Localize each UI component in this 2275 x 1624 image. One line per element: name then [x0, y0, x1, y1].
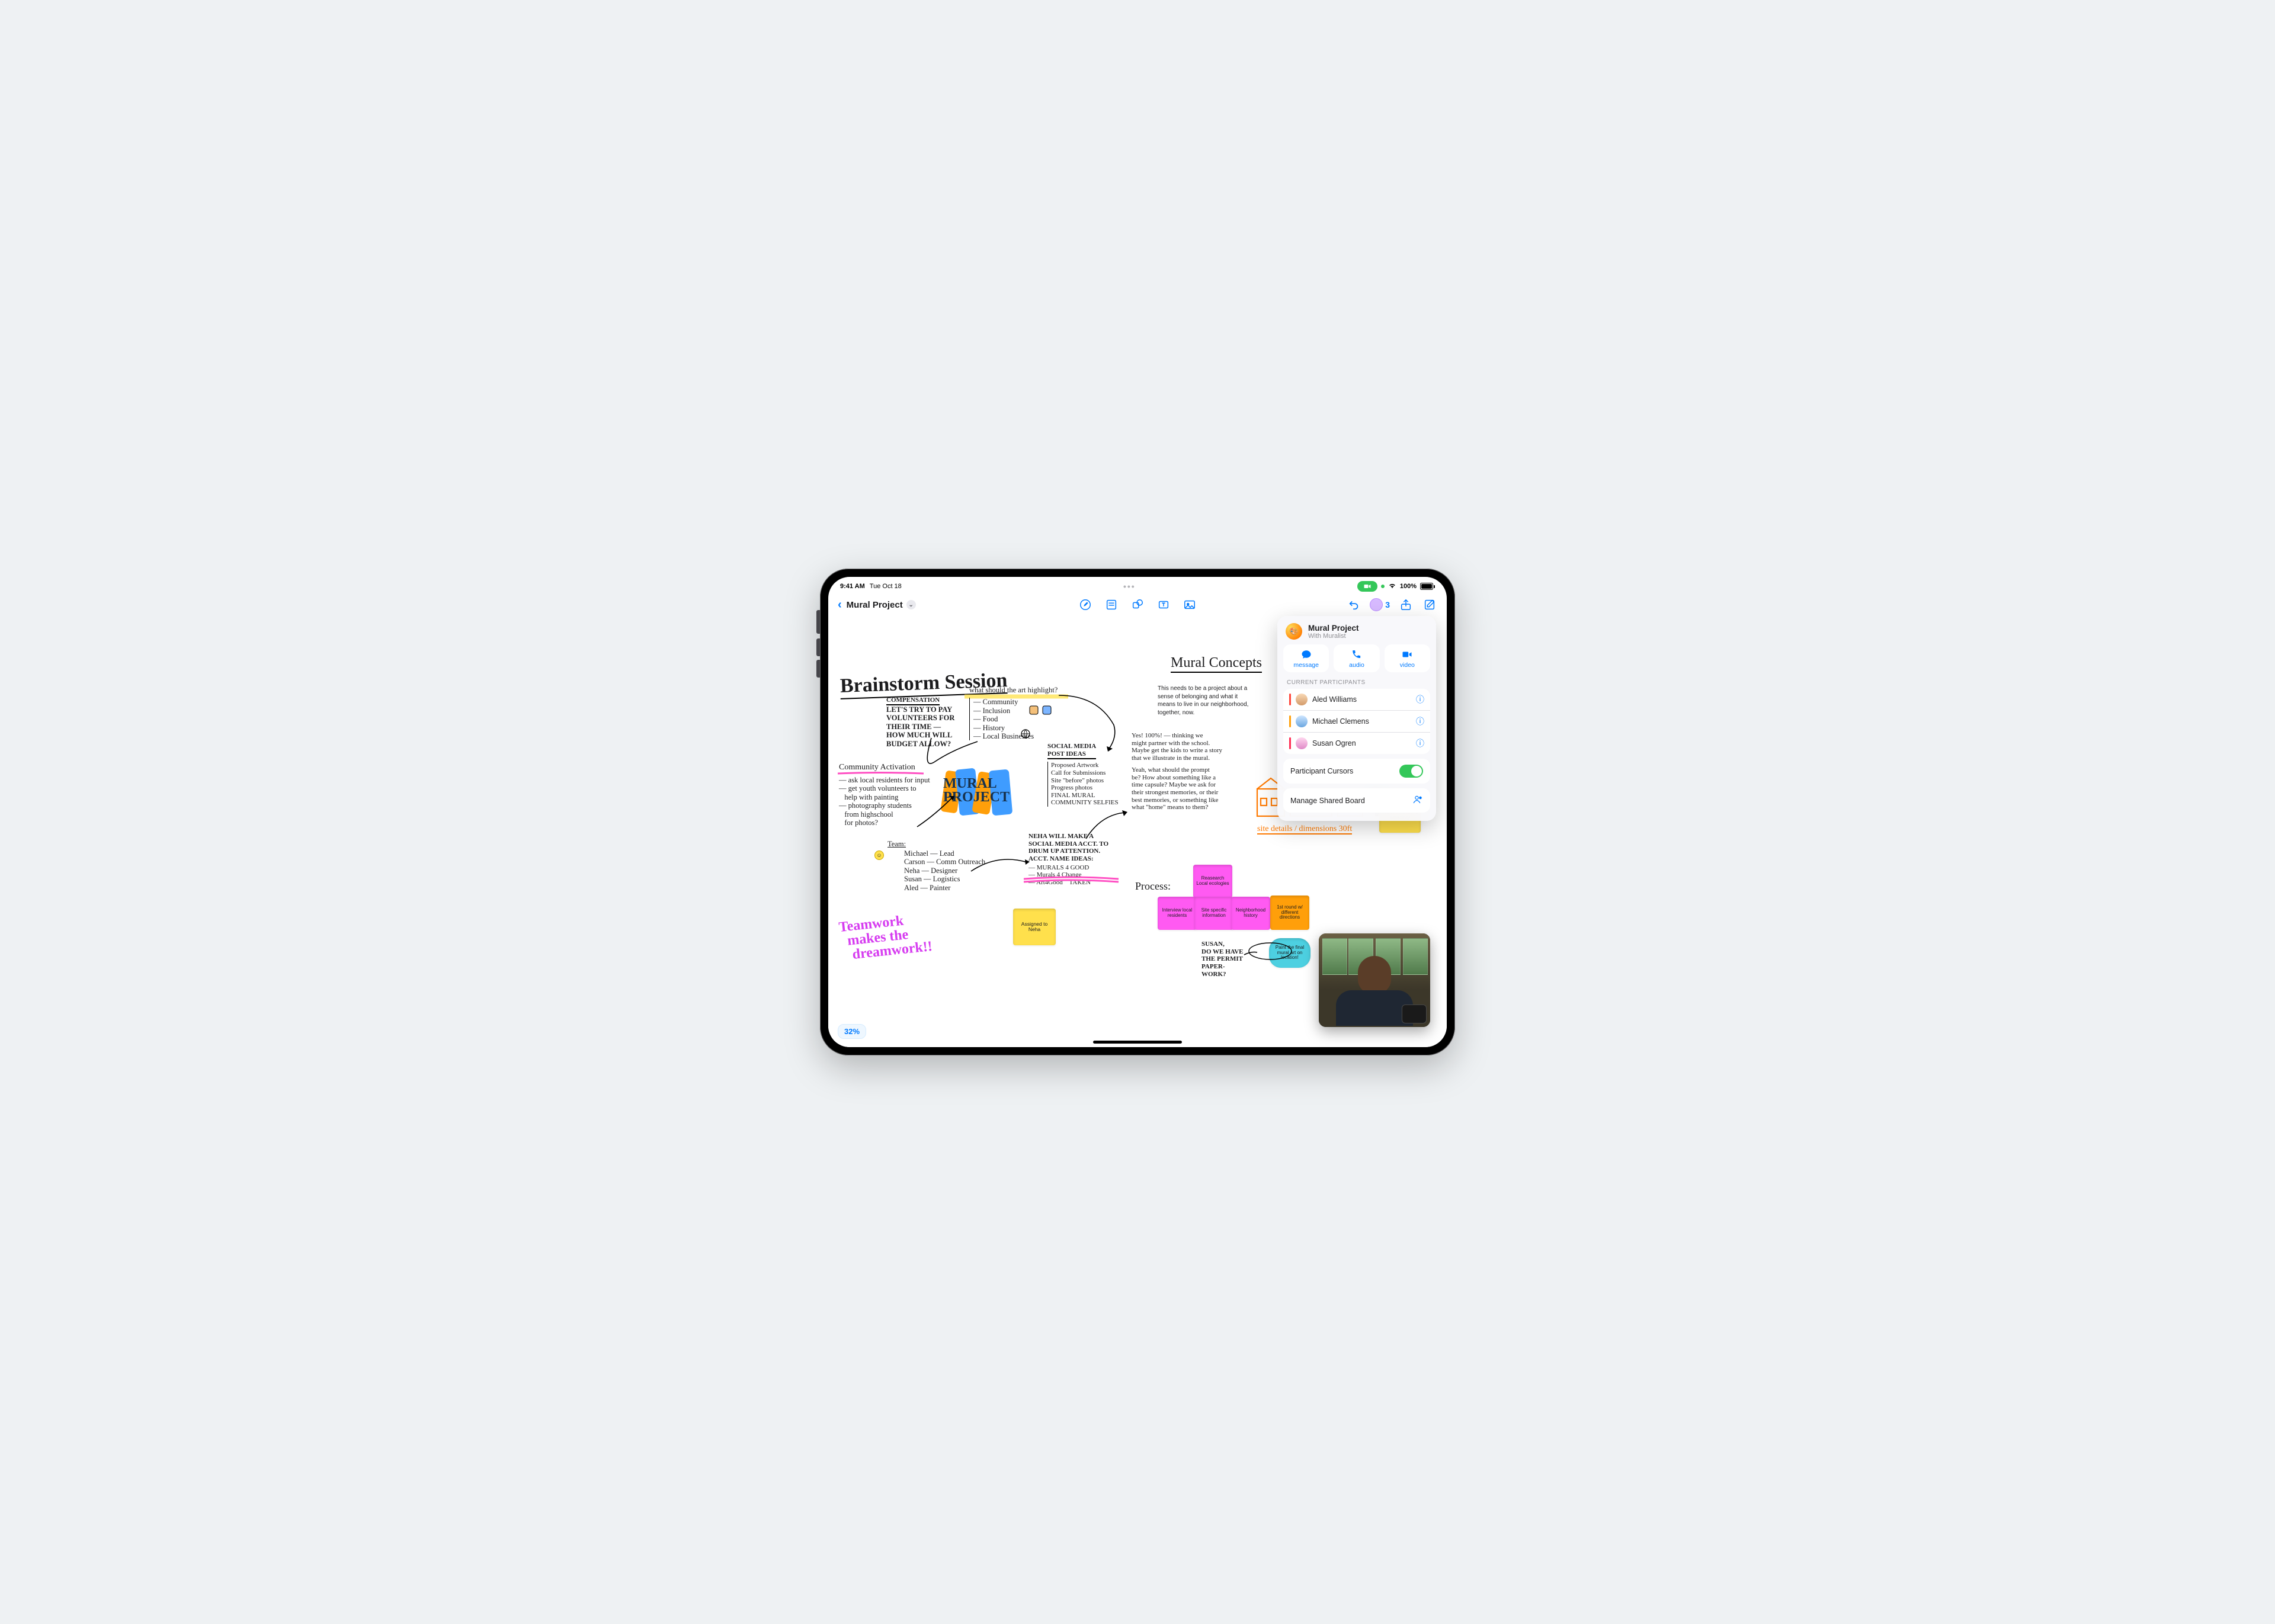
concepts-handwriting-2: Yeah, what should the prompt be? How abo…: [1132, 766, 1256, 811]
sticky-process-6[interactable]: Paint the final mural art on location!: [1269, 938, 1310, 968]
team-title: Team:: [887, 840, 906, 848]
participant-name: Michael Clemens: [1312, 717, 1411, 726]
concepts-typed-note: This needs to be a project about a sense…: [1158, 685, 1281, 717]
sticky-process-3[interactable]: Site specific information: [1194, 897, 1233, 930]
share-popover: 🎨 Mural Project With Muralist message: [1277, 616, 1436, 821]
back-button[interactable]: ‹: [838, 598, 842, 612]
facetime-active-pill[interactable]: [1357, 581, 1377, 592]
compensation-title: COMPENSATION: [886, 697, 940, 705]
share-audio-button[interactable]: audio: [1334, 644, 1379, 672]
facetime-self-view[interactable]: [1402, 1004, 1427, 1023]
textbox-tool-button[interactable]: [1156, 597, 1171, 612]
teamwork-slogan: Teamwork makes the dreamwork!!: [838, 911, 933, 963]
ipad-screen: 9:41 AM Tue Oct 18 ••• 100%: [828, 577, 1447, 1047]
site-caption: site details / dimensions 30ft: [1257, 824, 1352, 834]
participant-avatar-icon: [1296, 715, 1308, 727]
participant-avatar-icon: [1296, 694, 1308, 705]
susan-permit-question: SUSAN, DO WE HAVE THE PERMIT PAPER- WORK…: [1201, 941, 1255, 978]
info-icon[interactable]: ⓘ: [1416, 694, 1424, 705]
concepts-handwriting-1: Yes! 100%! — thinking we might partner w…: [1132, 732, 1250, 762]
board-avatar-icon: 🎨: [1286, 623, 1302, 640]
image-tool-button[interactable]: [1182, 597, 1197, 612]
highlight-question: what should the art highlight?: [969, 686, 1058, 694]
camera-in-use-dot-icon: [1381, 585, 1385, 588]
participant-name: Aled Williams: [1312, 695, 1411, 704]
home-indicator[interactable]: [1093, 1041, 1182, 1044]
info-icon[interactable]: ⓘ: [1416, 737, 1424, 749]
manage-shared-board-row[interactable]: Manage Shared Board: [1283, 788, 1430, 813]
toggle-switch[interactable]: [1399, 765, 1423, 778]
participant-cursor-color: [1289, 694, 1291, 705]
share-title: Mural Project: [1308, 624, 1359, 633]
document-title[interactable]: Mural Project ⌄: [847, 600, 916, 610]
sticky-assigned-to-neha[interactable]: Assigned to Neha: [1013, 909, 1056, 945]
participants-list: Aled Williams ⓘ Michael Clemens ⓘ: [1283, 689, 1430, 754]
wifi-icon: [1388, 583, 1396, 590]
person-badge-icon: [1412, 794, 1423, 807]
sticky-process-1[interactable]: Reasearch Local ecologies: [1193, 865, 1232, 898]
participant-cursor-color: [1289, 737, 1291, 749]
participant-row[interactable]: Susan Ogren ⓘ: [1283, 733, 1430, 754]
participant-name: Susan Ogren: [1312, 739, 1411, 747]
participant-avatar-icon: [1296, 737, 1308, 749]
collaborator-avatar-icon: [1370, 598, 1383, 611]
sticky-note-tool-button[interactable]: [1104, 597, 1119, 612]
participant-row[interactable]: Aled Williams ⓘ: [1283, 689, 1430, 711]
share-audio-label: audio: [1349, 662, 1364, 669]
battery-icon: [1420, 583, 1435, 590]
document-title-text: Mural Project: [847, 600, 903, 610]
status-time: 9:41 AM: [840, 583, 865, 590]
participant-cursor-color: [1289, 715, 1291, 727]
process-label: Process:: [1135, 880, 1171, 893]
ipad-hardware-frame: 9:41 AM Tue Oct 18 ••• 100%: [820, 569, 1455, 1055]
share-message-label: message: [1293, 662, 1319, 669]
collaborator-count: 3: [1385, 600, 1390, 609]
pen-tool-button[interactable]: [1078, 597, 1093, 612]
participants-section-label: CURRENT PARTICIPANTS: [1283, 678, 1430, 689]
collaboration-button[interactable]: 3: [1370, 598, 1390, 611]
sticky-process-5[interactable]: 1st round w/ different directions: [1270, 896, 1309, 930]
share-video-button[interactable]: video: [1385, 644, 1430, 672]
participant-cursors-label: Participant Cursors: [1290, 767, 1353, 775]
zoom-level-badge[interactable]: 32%: [838, 1024, 866, 1039]
participant-row[interactable]: Michael Clemens ⓘ: [1283, 711, 1430, 733]
shapes-tool-button[interactable]: [1130, 597, 1145, 612]
app-toolbar: ‹ Mural Project ⌄: [828, 593, 1447, 616]
new-board-button[interactable]: [1422, 597, 1437, 612]
share-video-label: video: [1400, 662, 1415, 669]
status-bar: 9:41 AM Tue Oct 18 ••• 100%: [828, 577, 1447, 593]
sticky-process-2[interactable]: Interview local residents: [1158, 897, 1197, 930]
share-message-button[interactable]: message: [1283, 644, 1329, 672]
status-date: Tue Oct 18: [870, 583, 902, 590]
participant-cursors-toggle-row[interactable]: Participant Cursors: [1283, 759, 1430, 784]
share-subtitle: With Muralist: [1308, 633, 1359, 640]
undo-button[interactable]: [1346, 597, 1361, 612]
canvas-heading-concepts: Mural Concepts: [1135, 638, 1262, 689]
social-media-items: Proposed Artwork Call for Submissions Si…: [1047, 762, 1119, 807]
multitask-dots-icon[interactable]: •••: [1123, 582, 1136, 591]
chevron-down-icon[interactable]: ⌄: [906, 600, 916, 609]
freeform-canvas[interactable]: Brainstorm Session COMPENSATION LET'S TR…: [828, 614, 1447, 1047]
facetime-pip[interactable]: [1319, 933, 1430, 1027]
info-icon[interactable]: ⓘ: [1416, 715, 1424, 727]
battery-percent: 100%: [1400, 583, 1417, 590]
share-button[interactable]: [1398, 597, 1414, 612]
manage-shared-board-label: Manage Shared Board: [1290, 797, 1365, 805]
sticky-process-4[interactable]: Neighborhood history: [1231, 897, 1270, 930]
